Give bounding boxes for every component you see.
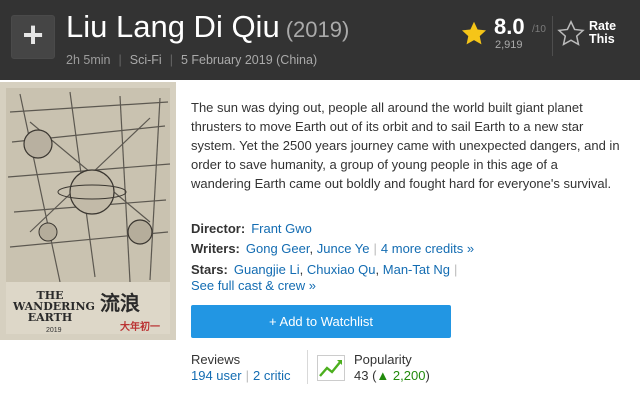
divider: | [245,368,249,383]
writer-link[interactable]: Junce Ye [317,241,370,256]
star-link[interactable]: Guangjie Li [234,262,300,277]
rating-value: 8.0 [494,14,525,39]
popularity-value: 43 (▲ 2,200) [354,368,430,383]
writer-link[interactable]: Gong Geer [246,241,310,256]
arrow-up-icon: ▲ [376,368,390,383]
page-title: Liu Lang Di Qiu [66,9,280,44]
more-credits-link[interactable]: 4 more credits » [381,241,474,256]
rate-label: Rate This [589,19,617,46]
add-to-watchlist-plus-button[interactable]: + [11,15,55,59]
star-icon [461,21,487,45]
popularity-rank: 43 [354,368,369,383]
title-bar: + Liu Lang Di Qiu (2019) 2h 5min | Sci-Fi | 5… [0,0,640,80]
rate-this-button[interactable]: Rate This [557,16,633,56]
user-reviews-link[interactable]: 194 user [191,368,242,383]
popularity-change: ▲ 2,200 [376,368,426,383]
rating-count[interactable]: 2,919 [495,39,523,51]
rating-best: /10 [532,24,546,35]
add-to-watchlist-button[interactable]: + Add to Watchlist [191,305,451,338]
divider: | [453,262,458,277]
poster-image[interactable]: 流浪 大年初一 THE WANDERING EARTH 2019 [0,82,176,340]
stars-row: Stars: Guangjie Li, Chuxiao Qu, Man-Tat N… [191,262,458,277]
plot-summary: The sun was dying out, people all around… [191,100,620,191]
reviews-links: 194 user | 2 critic [191,368,291,383]
poster-year: 2019 [46,327,62,334]
writers-row: Writers: Gong Geer, Junce Ye | 4 more credi… [191,241,475,256]
trending-up-icon [317,355,345,381]
star-link[interactable]: Man-Tat Ng [383,262,450,277]
genre-link[interactable]: Sci-Fi [130,53,162,67]
main-content: 流浪 大年初一 THE WANDERING EARTH 2019 The sun… [0,80,640,403]
star-link[interactable]: Chuxiao Qu [307,262,376,277]
critic-reviews-link[interactable]: 2 critic [253,368,291,383]
poster-title: THE WANDERING EARTH [13,289,95,324]
full-cast-link[interactable]: See full cast & crew » [191,278,316,293]
full-cast-row: See full cast & crew » [191,278,316,293]
title-subtext: 2h 5min | Sci-Fi | 5 February 2019 (China) [66,53,317,67]
svg-text:大年初一: 大年初一 [120,320,160,333]
title-row: Liu Lang Di Qiu (2019) [66,9,349,45]
divider: | [169,53,173,67]
director-link[interactable]: Frant Gwo [251,221,312,236]
director-row: Director: Frant Gwo [191,221,312,236]
writers-label: Writers: [191,241,240,256]
release-year[interactable]: (2019) [286,17,350,42]
stars-label: Stars: [191,262,228,277]
popularity-label: Popularity [354,352,412,367]
release-date-link[interactable]: 5 February 2019 (China) [181,53,317,67]
divider [552,16,553,56]
divider: | [373,241,377,256]
svg-text:流浪: 流浪 [100,291,140,315]
rating-box: 8.0 /10 2,919 [460,14,550,54]
divider [307,350,308,384]
runtime: 2h 5min [66,53,111,67]
director-label: Director: [191,221,246,236]
reviews-label: Reviews [191,352,241,367]
divider: | [118,53,122,67]
star-outline-icon [557,20,585,46]
